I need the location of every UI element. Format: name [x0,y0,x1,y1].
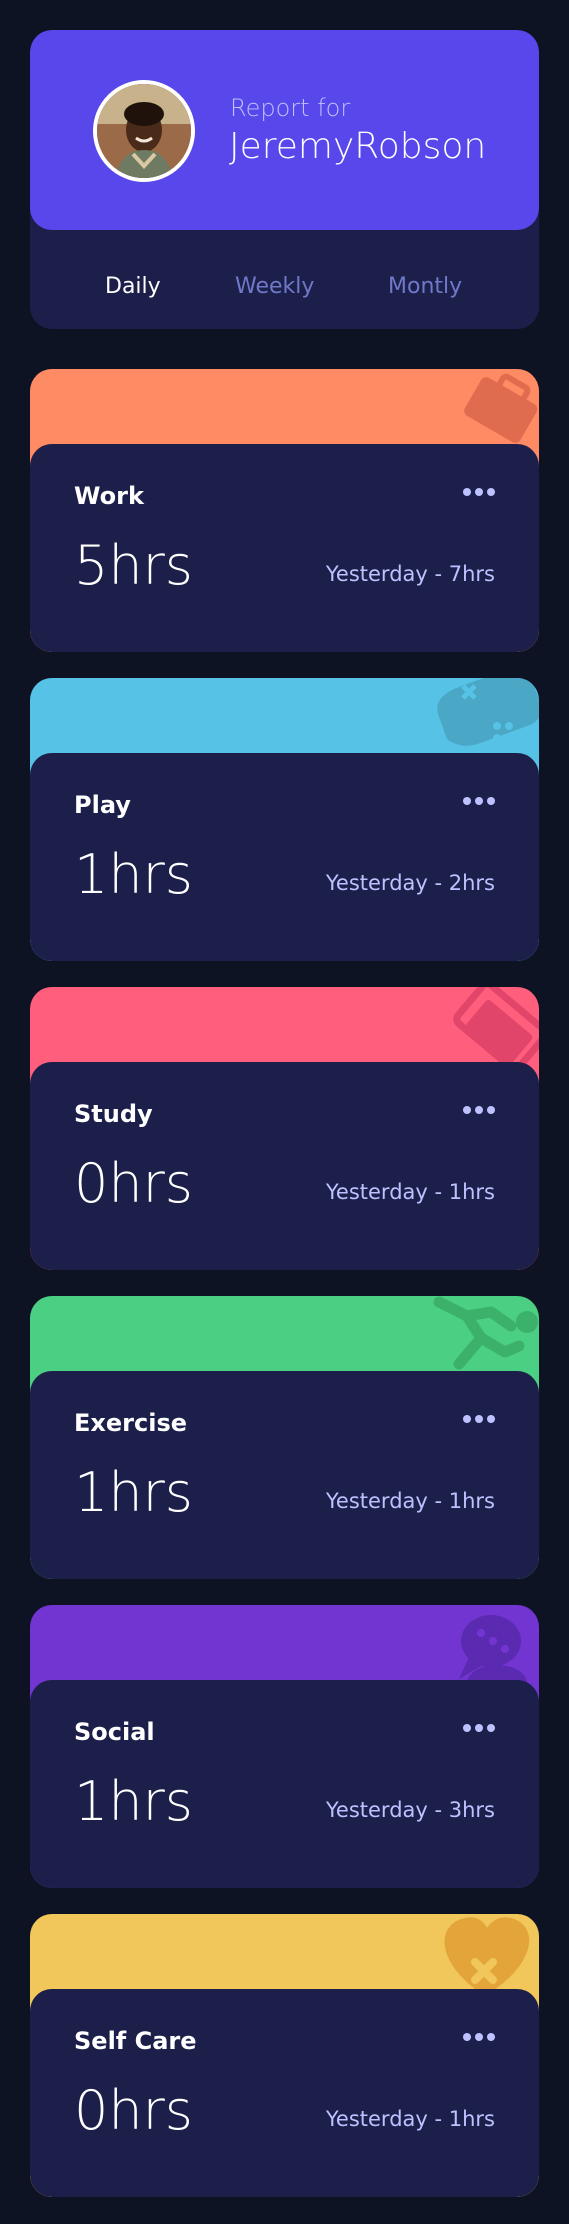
current-hours: 1hrs [74,1461,193,1524]
current-hours: 1hrs [74,1770,193,1833]
activity-card-social: Social 1hrs Yesterday - 3hrs [30,1605,539,1888]
book-icon [453,987,539,1067]
chat-icon [459,1615,527,1685]
avatar [93,80,195,182]
more-options-icon[interactable] [461,482,497,502]
previous-hours: Yesterday - 1hrs [325,1489,495,1513]
report-for-label: Report for [230,94,351,122]
current-hours: 0hrs [74,1152,193,1215]
current-hours: 5hrs [74,534,193,597]
heart-icon [444,1917,530,1994]
more-options-icon[interactable] [461,2027,497,2047]
activity-title: Play [74,791,131,819]
activity-card-work: Work 5hrs Yesterday - 7hrs [30,369,539,652]
activity-card-body: Exercise 1hrs Yesterday - 1hrs [30,1371,539,1579]
activity-card-study: Study 0hrs Yesterday - 1hrs [30,987,539,1270]
previous-hours: Yesterday - 1hrs [325,2107,495,2131]
user-name: JeremyRobson [229,126,487,167]
tab-daily[interactable]: Daily [105,274,161,299]
current-hours: 0hrs [74,2079,193,2142]
activity-card-play: Play 1hrs Yesterday - 2hrs [30,678,539,961]
tab-weekly[interactable]: Weekly [235,274,314,299]
activity-card-self-care: Self Care 0hrs Yesterday - 1hrs [30,1914,539,2197]
activity-title: Work [74,482,144,510]
current-hours: 1hrs [74,843,193,906]
profile-card: Report for JeremyRobson Daily Weekly Mon… [30,30,539,329]
activity-title: Social [74,1718,155,1746]
activity-title: Study [74,1100,153,1128]
gamepad-icon [437,678,539,746]
activity-card-body: Self Care 0hrs Yesterday - 1hrs [30,1989,539,2197]
previous-hours: Yesterday - 3hrs [325,1798,495,1822]
profile-header: Report for JeremyRobson [30,30,539,230]
previous-hours: Yesterday - 2hrs [325,871,495,895]
more-options-icon[interactable] [461,791,497,811]
activity-card-body: Study 0hrs Yesterday - 1hrs [30,1062,539,1270]
more-options-icon[interactable] [461,1409,497,1429]
tab-monthly[interactable]: Montly [388,274,462,299]
activity-card-body: Social 1hrs Yesterday - 3hrs [30,1680,539,1888]
activity-title: Self Care [74,2027,197,2055]
running-icon [433,1296,538,1370]
briefcase-icon [464,373,538,443]
activity-title: Exercise [74,1409,188,1437]
previous-hours: Yesterday - 7hrs [325,562,495,586]
activity-card-body: Play 1hrs Yesterday - 2hrs [30,753,539,961]
more-options-icon[interactable] [461,1100,497,1120]
dashboard: Report for JeremyRobson Daily Weekly Mon… [0,0,569,2224]
activity-card-body: Work 5hrs Yesterday - 7hrs [30,444,539,652]
activity-card-exercise: Exercise 1hrs Yesterday - 1hrs [30,1296,539,1579]
more-options-icon[interactable] [461,1718,497,1738]
previous-hours: Yesterday - 1hrs [325,1180,495,1204]
